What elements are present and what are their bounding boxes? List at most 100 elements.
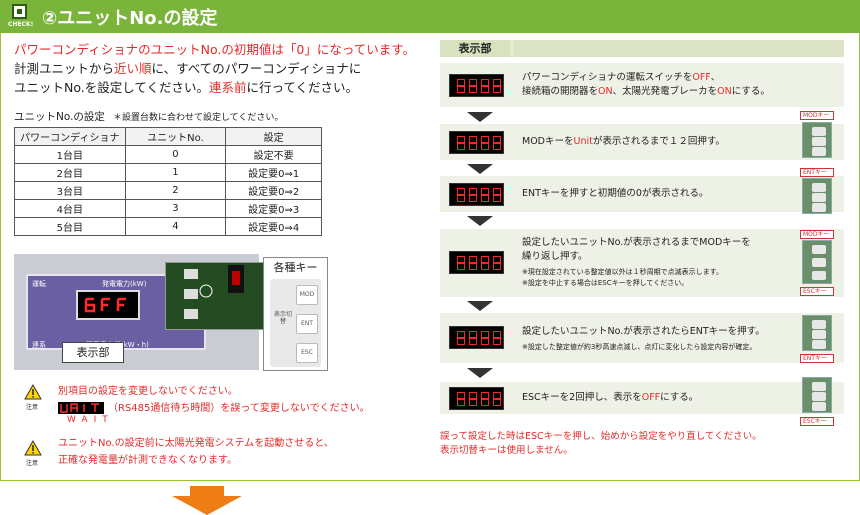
table-cell: 3: [124, 199, 227, 218]
step-red: ON: [598, 86, 613, 97]
intro-line-2b: に、すべてのパワーコンディショナに: [151, 61, 362, 76]
warning-icon: [24, 383, 42, 400]
key-tag: ESCキー: [800, 417, 834, 426]
header-cell: パワーコンディショナ: [14, 127, 126, 146]
keys-panel: MOD 表示切替 ENT ESC: [270, 279, 321, 367]
step-note: ※設定を中止する場合はESCキーを押してください。: [522, 279, 689, 287]
table-cell: 設定要0⇒2: [225, 181, 322, 200]
wait-label: WAIT: [67, 415, 114, 425]
device-keys-icon: [802, 315, 832, 351]
display-lcd-icon: [76, 290, 140, 320]
step-red: OFF: [692, 72, 711, 83]
step-4-text: 設定したいユニットNo.が表示されるまでMODキーを 繰り返し押す。 ※現在設定…: [522, 236, 787, 289]
key-tag: ESCキー: [800, 287, 834, 296]
step-text: 繰り返し押す。: [522, 251, 588, 262]
step-3: ENTキーを押すと初期値の0が表示される。: [440, 176, 844, 212]
table-cell: 2台目: [14, 163, 126, 182]
step-text: MODキーを: [522, 136, 574, 147]
down-arrow-icon: [467, 216, 493, 226]
display-section-header: 表示部: [440, 40, 844, 57]
step-text: にする。: [660, 392, 699, 403]
ent-key[interactable]: ENT: [296, 314, 318, 334]
table-cell: 1台目: [14, 145, 126, 164]
step-lcd-icon: [449, 251, 504, 274]
warning-label: 注意: [26, 404, 39, 411]
keys-title: 各種キー: [273, 261, 318, 274]
label-renkei: 連系: [32, 341, 46, 349]
down-arrow-icon: [467, 112, 493, 122]
step-lcd-icon: [449, 387, 504, 410]
step-note: ※現在設定されている整定値以外は１秒周期で点滅表示します。: [522, 268, 723, 276]
footer-notes: 誤って設定した時はESCキーを押し、始めから設定をやり直してください。 表示切替…: [440, 430, 762, 458]
step-text: 、太陽光発電ブレーカを: [612, 86, 718, 97]
table-cell: 設定要0⇒1: [225, 163, 322, 182]
warning-1-line-2: （RS485通信待ち時間）を誤って変更しないでください。: [58, 401, 370, 416]
key-tag: MODキー: [800, 111, 834, 120]
warning-2-line-1: ユニットNo.の設定前に太陽光発電システムを起動させると、: [58, 438, 334, 449]
device-keys-icon: [802, 178, 832, 214]
table-title: ユニットNo.の設定 ＊設置台数に合わせて設定してください。: [14, 109, 283, 124]
table-cell: 設定要0⇒4: [225, 217, 322, 236]
table-header-row: パワーコンディショナ ユニットNo. 設定: [14, 127, 322, 146]
header-cell: 設定: [225, 127, 322, 146]
step-5: 設定したいユニットNo.が表示されたらENTキーを押す。 ※設定した整定値が約3…: [440, 313, 844, 363]
table-cell: 設定要0⇒3: [225, 199, 322, 218]
mod-key[interactable]: MOD: [296, 285, 318, 305]
step-4: 設定したいユニットNo.が表示されるまでMODキーを 繰り返し押す。 ※現在設定…: [440, 229, 844, 297]
step-lcd-icon: [449, 326, 504, 349]
next-page-arrow-icon: [172, 486, 242, 515]
intro-line-2-red: 近い順: [114, 61, 152, 76]
table-cell: 5台目: [14, 217, 126, 236]
table-row: 5台目 4 設定要0⇒4: [14, 217, 322, 236]
switch-key[interactable]: 表示切替: [274, 311, 292, 325]
key-tag: ENTキー: [800, 354, 834, 363]
table-row: 3台目 2 設定要0⇒2: [14, 181, 322, 200]
intro-line-1: パワーコンディショナのユニットNo.の初期値は「0」になっています。: [14, 42, 415, 57]
step-text: 接続箱の開閉器を: [522, 86, 599, 97]
display-section-title: 表示部: [440, 40, 510, 57]
table-note: ＊設置台数に合わせて設定してください。: [112, 113, 284, 123]
step-2: MODキーをUnitが表示されるまで１２回押す。: [440, 124, 844, 160]
warning-1-line-1: 別項目の設定を変更しないでください。: [58, 386, 238, 397]
table-cell: 0: [124, 145, 227, 164]
step-lcd-icon: [449, 131, 504, 154]
step-text: 設定したいユニットNo.が表示されるまでMODキーを: [522, 237, 751, 248]
footer-note-1: 誤って設定した時はESCキーを押し、始めから設定をやり直してください。: [440, 431, 762, 442]
esc-key[interactable]: ESC: [296, 343, 318, 363]
step-lcd-icon: [449, 74, 504, 97]
down-arrow-icon: [467, 164, 493, 174]
step-5-text: 設定したいユニットNo.が表示されたらENTキーを押す。 ※設定した整定値が約3…: [522, 325, 787, 353]
step-lcd-icon: [449, 183, 504, 206]
table-cell: 4台目: [14, 199, 126, 218]
step-3-text: ENTキーを押すと初期値の0が表示される。: [522, 188, 709, 199]
table-row: 2台目 1 設定要0⇒1: [14, 163, 322, 182]
step-text: にする。: [731, 86, 770, 97]
table-row: 1台目 0 設定不要: [14, 145, 322, 164]
display-tag: 表示部: [62, 342, 124, 363]
keys-box: 各種キー MOD 表示切替 ENT ESC: [263, 257, 328, 371]
table-cell: 3台目: [14, 181, 126, 200]
step-6: ESCキーを2回押し、表示をOFFにする。: [440, 382, 844, 414]
warning-2-line-2: 正確な発電量が計測できなくなります。: [58, 455, 237, 466]
warning-icon: [24, 439, 42, 456]
step-1-text: パワーコンディショナの運転スイッチをOFF、 接続箱の開閉器をON、太陽光発電ブ…: [522, 71, 787, 99]
step-text: ESCキーを2回押し、表示を: [522, 392, 642, 403]
header-band: [514, 40, 844, 57]
key-tag: MODキー: [800, 230, 834, 239]
warning-label: 注意: [26, 460, 39, 467]
intro-line-3a: ユニットNo.を設定してください。: [14, 80, 210, 95]
device-keys-icon: [802, 240, 832, 284]
table-cell: 4: [124, 217, 227, 236]
down-arrow-icon: [467, 368, 493, 378]
step-red: OFF: [641, 392, 661, 403]
intro-line-3: ユニットNo.を設定してください。連系前に行ってください。: [14, 78, 424, 97]
step-text: パワーコンディショナの運転スイッチを: [522, 72, 693, 83]
intro-line-3b: に行ってください。: [246, 80, 359, 95]
step-red: ON: [717, 86, 732, 97]
table-title-text: ユニットNo.の設定: [14, 111, 105, 123]
check-icon: CHECK!: [8, 4, 33, 30]
intro-line-2: 計測ユニットから近い順に、すべてのパワーコンディショナに: [14, 59, 424, 78]
step-red: Unit: [573, 136, 593, 147]
table-cell: 2: [124, 181, 227, 200]
table-cell: 設定不要: [225, 145, 322, 164]
